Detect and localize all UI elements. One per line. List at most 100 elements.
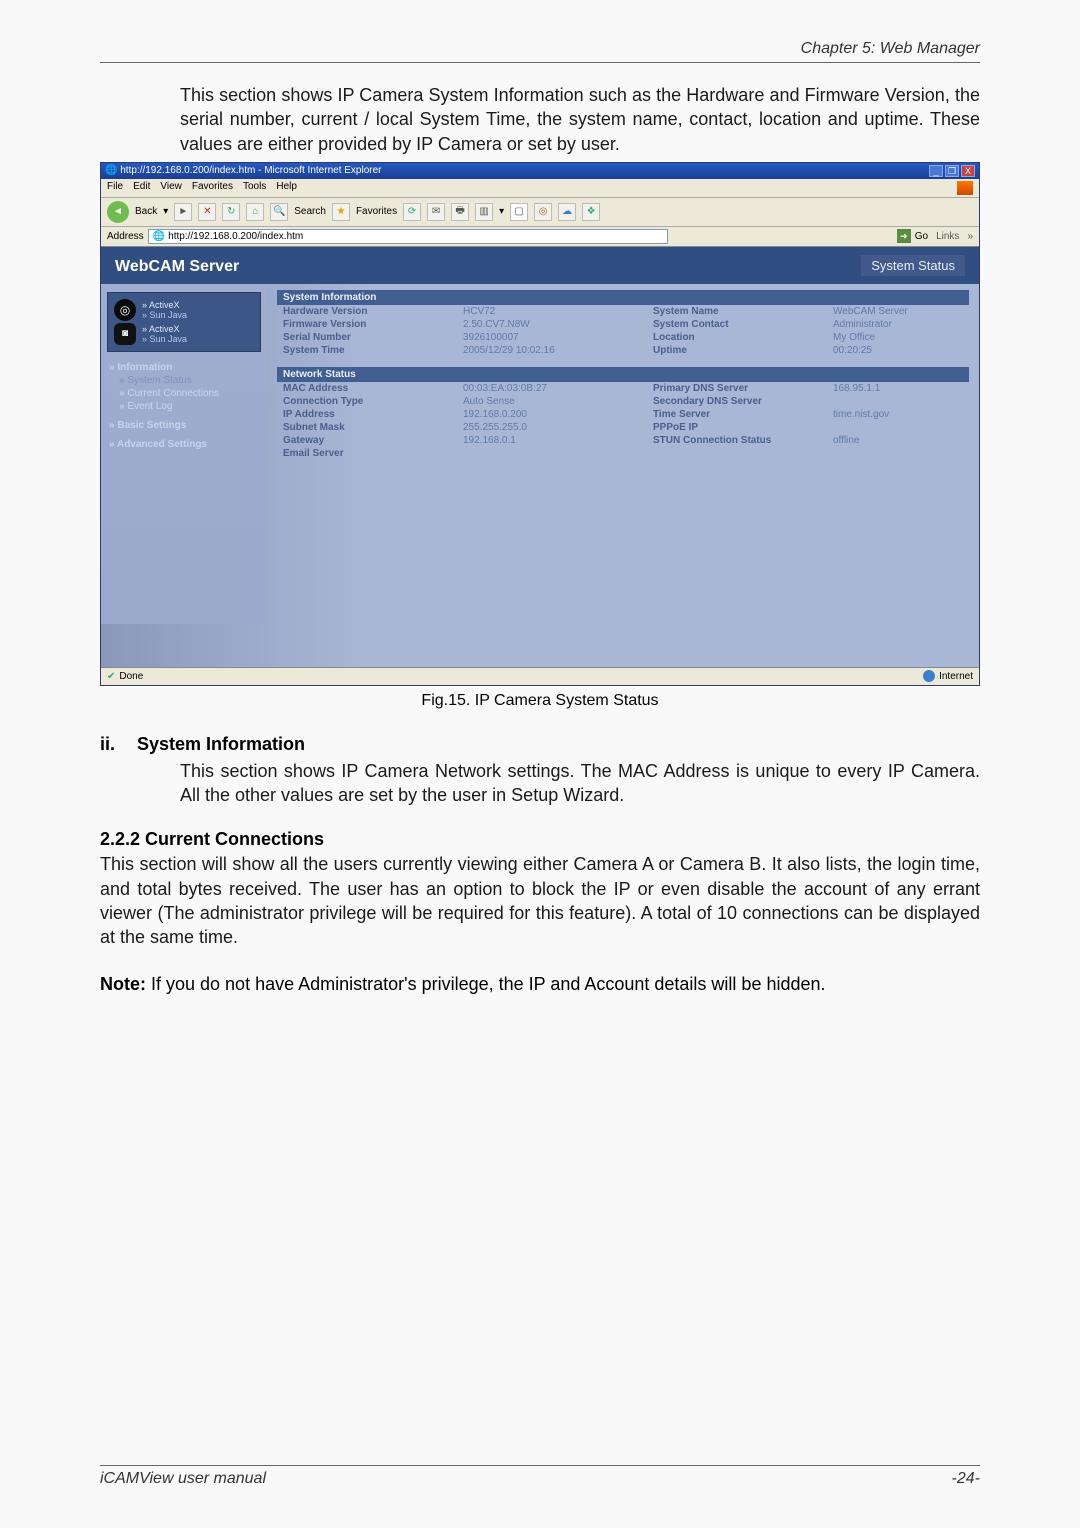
nav-system-status[interactable]: » System Status: [107, 375, 261, 386]
label-st: System Time: [283, 345, 453, 356]
page-footer: iCAMView user manual -24-: [100, 1465, 980, 1488]
val-stun: offline: [833, 435, 963, 446]
tool-icon-1[interactable]: ▥: [475, 203, 493, 221]
val-name: WebCAM Server: [833, 306, 963, 317]
label-ct: Connection Type: [283, 396, 453, 407]
nav-basic-settings[interactable]: » Basic Settings: [107, 420, 261, 431]
val-ip: 192.168.0.200: [463, 409, 643, 420]
camera-b-activex[interactable]: » ActiveX: [142, 324, 187, 334]
camera-a-activex[interactable]: » ActiveX: [142, 300, 187, 310]
val-mac: 00:03:EA:03:0B:27: [463, 383, 643, 394]
menu-item-favorites[interactable]: Favorites: [192, 181, 233, 195]
address-label: Address: [107, 231, 144, 242]
mail-icon[interactable]: ✉: [427, 203, 445, 221]
label-sm: Subnet Mask: [283, 422, 453, 433]
val-ts: time.nist.gov: [833, 409, 963, 420]
toolbar: ◄ Back ▾ ► ✕ ↻ ⌂ 🔍 Search ★ Favorites ⟳ …: [101, 198, 979, 227]
val-ct: Auto Sense: [463, 396, 643, 407]
window-maximize-button[interactable]: ❐: [945, 165, 959, 177]
label-sdns: Secondary DNS Server: [653, 396, 823, 407]
menu-item-help[interactable]: Help: [276, 181, 297, 195]
nav-event-log[interactable]: » Event Log: [107, 401, 261, 412]
window-minimize-button[interactable]: _: [929, 165, 943, 177]
address-value: http://192.168.0.200/index.htm: [168, 231, 303, 242]
label-ip: IP Address: [283, 409, 453, 420]
page-content: WebCAM Server System Status ◎ » ActiveX …: [101, 247, 979, 667]
back-button[interactable]: ◄: [107, 201, 129, 223]
network-status-head: Network Status: [277, 367, 969, 382]
section-222-title: 2.2.2 Current Connections: [100, 829, 980, 850]
sidebar: ◎ » ActiveX » Sun Java ◙ » ActiveX » Sun…: [101, 284, 267, 624]
links-label[interactable]: Links: [936, 231, 959, 242]
address-bar: Address 🌐 http://192.168.0.200/index.htm…: [101, 227, 979, 247]
stop-button[interactable]: ✕: [198, 203, 216, 221]
search-label[interactable]: Search: [294, 206, 326, 217]
tool-icon-3[interactable]: ◎: [534, 203, 552, 221]
val-loc: My Office: [833, 332, 963, 343]
nav-current-connections[interactable]: » Current Connections: [107, 388, 261, 399]
camera-b-sunjava[interactable]: » Sun Java: [142, 334, 187, 344]
go-button[interactable]: ➜: [897, 229, 911, 243]
webcam-title: WebCAM Server: [115, 258, 239, 276]
print-icon[interactable]: 🖶: [451, 203, 469, 221]
system-information-head: System Information: [277, 290, 969, 305]
titlebar-text: 🌐 http://192.168.0.200/index.htm - Micro…: [105, 165, 381, 176]
tool-icon-5[interactable]: ❖: [582, 203, 600, 221]
val-uptime: 00:20:25: [833, 345, 963, 356]
tool-icon-4[interactable]: ☁: [558, 203, 576, 221]
note-paragraph: Note: If you do not have Administrator's…: [100, 972, 980, 996]
label-mac: MAC Address: [283, 383, 453, 394]
section-222-body: This section will show all the users cur…: [100, 852, 980, 949]
section-ii-num: ii.: [100, 734, 115, 755]
window-close-button[interactable]: X: [961, 165, 975, 177]
menu-item-file[interactable]: File: [107, 181, 123, 195]
camera-b-icon[interactable]: ◙: [114, 323, 136, 345]
tool-icon-2[interactable]: ▢: [510, 203, 528, 221]
val-fw: 2.50.CV7.N8W: [463, 319, 643, 330]
system-status-title: System Status: [861, 255, 965, 276]
label-pppoe: PPPoE IP: [653, 422, 823, 433]
refresh-button[interactable]: ↻: [222, 203, 240, 221]
favorites-icon[interactable]: ★: [332, 203, 350, 221]
nav-information[interactable]: » Information: [107, 362, 261, 373]
menu-item-view[interactable]: View: [160, 181, 182, 195]
webcam-header: WebCAM Server System Status: [101, 247, 979, 284]
label-uptime: Uptime: [653, 345, 823, 356]
val-sn: 3926100007: [463, 332, 643, 343]
nav-advanced-settings[interactable]: » Advanced Settings: [107, 439, 261, 450]
val-contact: Administrator: [833, 319, 963, 330]
back-label: Back: [135, 206, 157, 217]
home-button[interactable]: ⌂: [246, 203, 264, 221]
label-contact: System Contact: [653, 319, 823, 330]
camera-a-icon[interactable]: ◎: [114, 299, 136, 321]
menu-item-edit[interactable]: Edit: [133, 181, 150, 195]
label-hw: Hardware Version: [283, 306, 453, 317]
val-pdns: 168.95.1.1: [833, 383, 963, 394]
search-icon[interactable]: 🔍: [270, 203, 288, 221]
camera-block: ◎ » ActiveX » Sun Java ◙ » ActiveX » Sun…: [107, 292, 261, 352]
address-field[interactable]: 🌐 http://192.168.0.200/index.htm: [148, 229, 668, 244]
intro-paragraph: This section shows IP Camera System Info…: [180, 83, 980, 156]
label-gw: Gateway: [283, 435, 453, 446]
label-loc: Location: [653, 332, 823, 343]
main-panel: System Information Hardware Version HCV7…: [267, 284, 979, 624]
go-label: Go: [915, 231, 928, 242]
favorites-label[interactable]: Favorites: [356, 206, 397, 217]
menu-item-tools[interactable]: Tools: [243, 181, 266, 195]
val-st: 2005/12/29 10:02:16: [463, 345, 643, 356]
status-internet: Internet: [939, 671, 973, 682]
section-ii-body: This section shows IP Camera Network set…: [180, 759, 980, 808]
note-label: Note:: [100, 974, 146, 994]
chapter-header: Chapter 5: Web Manager: [100, 40, 980, 58]
status-bar: ✔Done Internet: [101, 667, 979, 685]
menu-bar: File Edit View Favorites Tools Help: [101, 179, 979, 198]
figure-caption: Fig.15. IP Camera System Status: [100, 692, 980, 710]
forward-button[interactable]: ►: [174, 203, 192, 221]
history-icon[interactable]: ⟳: [403, 203, 421, 221]
label-stun: STUN Connection Status: [653, 435, 823, 446]
section-ii-title: System Information: [137, 734, 305, 755]
val-sm: 255.255.255.0: [463, 422, 643, 433]
camera-a-sunjava[interactable]: » Sun Java: [142, 310, 187, 320]
label-ts: Time Server: [653, 409, 823, 420]
label-fw: Firmware Version: [283, 319, 453, 330]
